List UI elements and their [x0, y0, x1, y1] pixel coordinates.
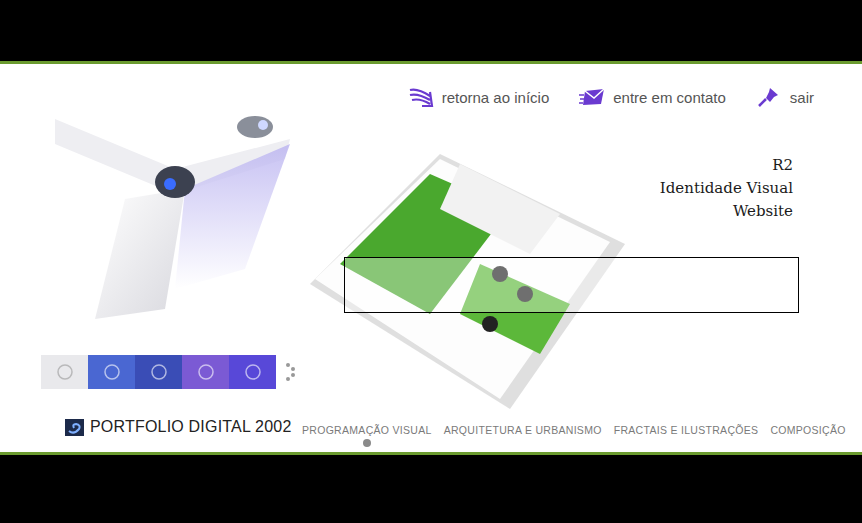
thumbnail-strip [41, 355, 300, 389]
category-dot [363, 439, 371, 447]
waves-icon [408, 86, 434, 108]
top-bar [0, 0, 862, 61]
more-dots-icon[interactable] [284, 362, 298, 382]
category-dot [682, 439, 690, 447]
bottom-bar [0, 455, 862, 523]
mail-icon [579, 86, 605, 108]
project-title-line: R2 [660, 154, 793, 177]
thumbnail-motif-icon [243, 362, 263, 382]
thumbnail-motif-icon [55, 362, 75, 382]
project-title-line: Website [660, 200, 793, 223]
page: PORTFOLIO DIGITAL 2002 retorna ao início e… [0, 0, 862, 523]
thumbnail[interactable] [182, 355, 229, 389]
brand: PORTFOLIO DIGITAL 2002 [41, 418, 300, 436]
right-column: retorna ao início entre em contato sair R2I… [300, 64, 862, 452]
category-link[interactable]: ARQUITETURA E URBANISMO [444, 424, 602, 447]
logo-icon [65, 419, 84, 436]
decor-art-icon [55, 99, 305, 329]
category-dot [519, 439, 527, 447]
main: PORTFOLIO DIGITAL 2002 retorna ao início e… [0, 64, 862, 452]
thumbnail[interactable] [135, 355, 182, 389]
stage: R2Identidade VisualWebsite [302, 154, 814, 409]
overlay-frame [344, 257, 799, 313]
nav-link[interactable]: retorna ao início [408, 86, 550, 108]
thumbnail-motif-icon [196, 362, 216, 382]
thumbnail-motif-icon [102, 362, 122, 382]
pin-icon [756, 86, 782, 108]
thumbnail[interactable] [229, 355, 276, 389]
nav-link[interactable]: entre em contato [579, 86, 726, 108]
thumbnail[interactable] [88, 355, 135, 389]
category-link[interactable]: FRACTAIS E ILUSTRAÇÕES [614, 424, 759, 447]
thumbnail-motif-icon [149, 362, 169, 382]
category-link[interactable]: COMPOSIÇÃO [770, 424, 845, 447]
category-dot [804, 439, 812, 447]
brand-title: PORTFOLIO DIGITAL 2002 [90, 418, 292, 436]
nav-link[interactable]: sair [756, 86, 814, 108]
category-link[interactable]: PROGRAMAÇÃO VISUAL [302, 424, 432, 447]
project-title-line: Identidade Visual [660, 177, 793, 200]
top-nav: retorna ao início entre em contato sair [302, 86, 814, 108]
category-nav: PROGRAMAÇÃO VISUAL ARQUITETURA E URBANISM… [302, 424, 814, 447]
thumbnail[interactable] [41, 355, 88, 389]
left-column: PORTFOLIO DIGITAL 2002 [0, 64, 300, 452]
